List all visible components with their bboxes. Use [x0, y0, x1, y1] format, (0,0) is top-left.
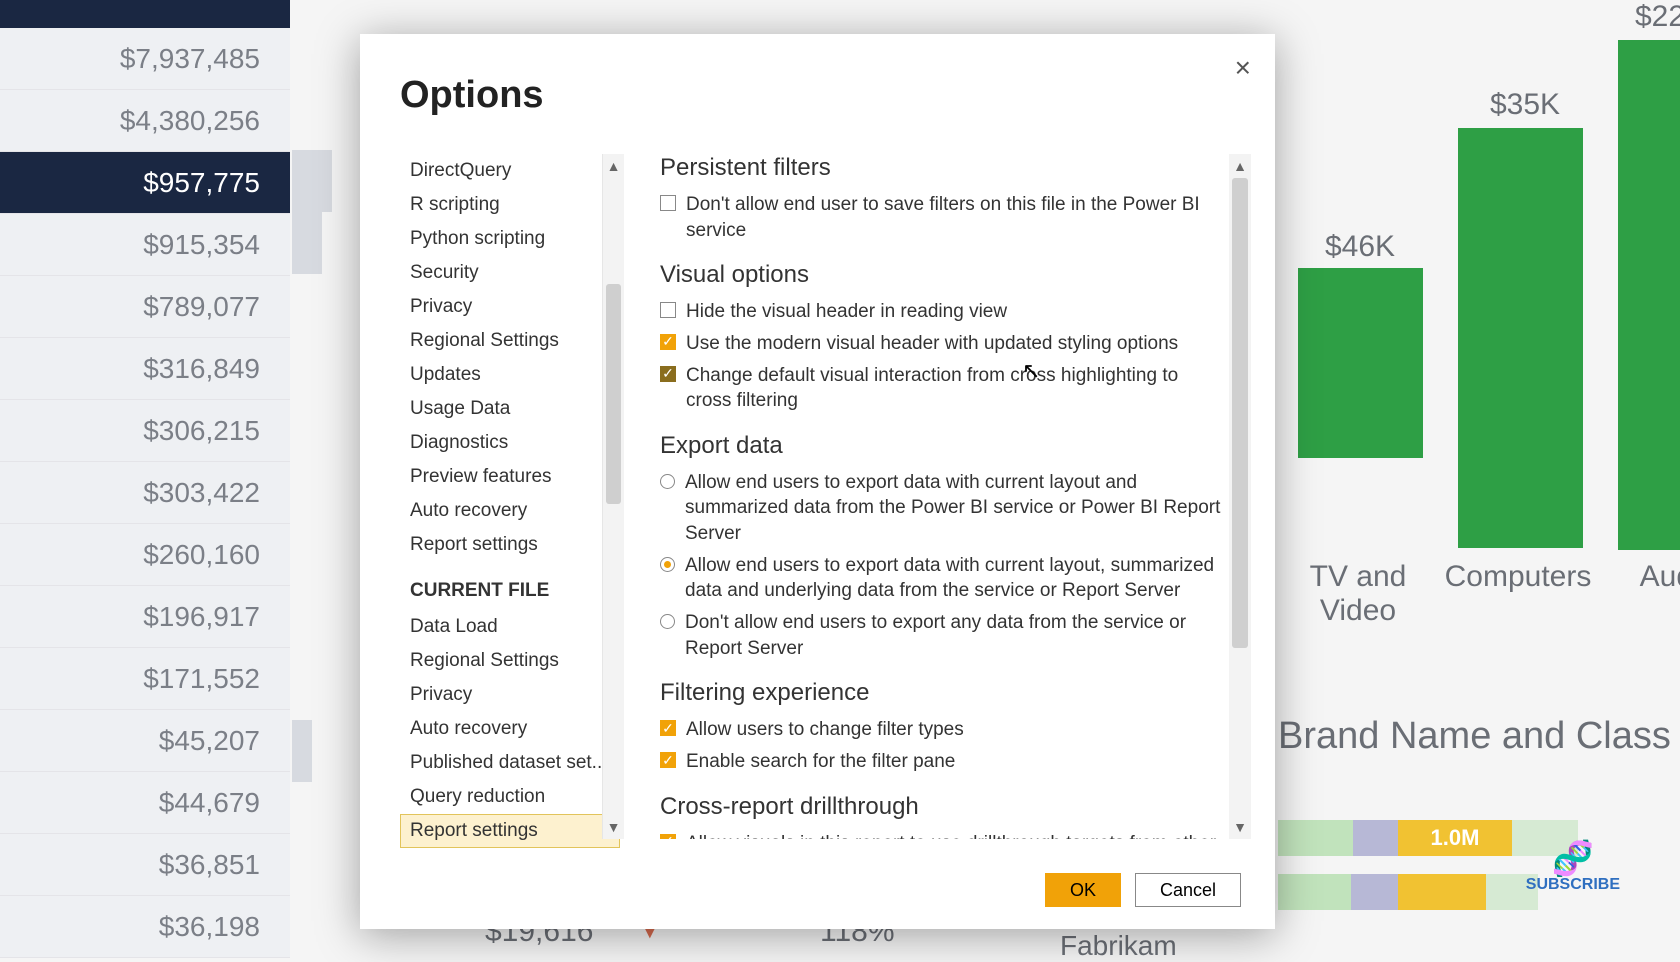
checkbox[interactable]: ✓: [660, 334, 676, 350]
sidebar-item[interactable]: Diagnostics: [400, 426, 620, 460]
bar: [1618, 40, 1680, 550]
sidebar-item[interactable]: Auto recovery: [400, 494, 620, 528]
checkbox-label: Change default visual interaction from c…: [686, 363, 1221, 414]
ok-button[interactable]: OK: [1045, 873, 1121, 907]
bar: [1458, 128, 1583, 548]
cancel-button[interactable]: Cancel: [1135, 873, 1241, 907]
chart-title: Brand Name and Class: [1278, 715, 1671, 758]
radio[interactable]: [660, 614, 675, 629]
table-row: $36,198: [0, 896, 290, 958]
scroll-thumb[interactable]: [606, 284, 621, 504]
chart-cat: Audio: [1598, 560, 1680, 594]
table-row: $171,552: [0, 648, 290, 710]
section-title-export: Export data: [660, 432, 1221, 460]
checkbox[interactable]: ✓: [660, 366, 676, 382]
chart-cat: Computers: [1438, 560, 1598, 594]
bar-label: $46K: [1325, 230, 1395, 264]
sidebar-item[interactable]: Preview features: [400, 460, 620, 494]
table-row: $306,215: [0, 400, 290, 462]
section-title-visual: Visual options: [660, 261, 1221, 289]
radio-label: Don't allow end users to export any data…: [685, 610, 1221, 661]
options-content: Persistent filters Don't allow end user …: [620, 154, 1251, 839]
radio-label: Allow end users to export data with curr…: [685, 553, 1221, 604]
background-table: $7,937,485$4,380,256$957,775$915,354$789…: [0, 0, 290, 958]
bg-bar: [292, 212, 322, 274]
table-row: $7,937,485: [0, 28, 290, 90]
table-row: $915,354: [0, 214, 290, 276]
stacked-bar: [1278, 874, 1538, 910]
table-row: $260,160: [0, 524, 290, 586]
sidebar-section-head: CURRENT FILE: [400, 562, 620, 610]
brand-label: Fabrikam: [1060, 930, 1177, 962]
table-row: $4,380,256: [0, 90, 290, 152]
scroll-up-icon[interactable]: ▲: [1229, 154, 1251, 178]
table-row: $45,207: [0, 710, 290, 772]
checkbox[interactable]: ✓: [660, 752, 676, 768]
options-dialog: × Options DirectQueryR scriptingPython s…: [360, 34, 1275, 929]
checkbox[interactable]: ✓: [660, 834, 676, 839]
scroll-thumb[interactable]: [1232, 178, 1248, 648]
table-row: $957,775: [0, 152, 290, 214]
sidebar-item[interactable]: Report settings: [400, 528, 620, 562]
checkbox[interactable]: [660, 302, 676, 318]
checkbox[interactable]: ✓: [660, 720, 676, 736]
sidebar-item[interactable]: Privacy: [400, 678, 620, 712]
table-row: $44,679: [0, 772, 290, 834]
sidebar-item[interactable]: DirectQuery: [400, 154, 620, 188]
checkbox[interactable]: [660, 195, 676, 211]
close-button[interactable]: ×: [1235, 52, 1251, 84]
checkbox-label: Don't allow end user to save filters on …: [686, 192, 1221, 243]
checkbox-label: Hide the visual header in reading view: [686, 299, 1007, 325]
bg-bar: [292, 150, 332, 212]
table-row: $196,917: [0, 586, 290, 648]
checkbox-label: Enable search for the filter pane: [686, 749, 955, 775]
scroll-down-icon[interactable]: ▼: [1229, 815, 1251, 839]
checkbox-label: Allow visuals in this report to use dril…: [686, 831, 1221, 839]
subscribe-badge: 🧬 SUBSCRIBE: [1526, 842, 1620, 894]
bar-label: $22K: [1635, 0, 1680, 34]
options-sidebar: DirectQueryR scriptingPython scriptingSe…: [400, 154, 620, 839]
dialog-title: Options: [360, 34, 1275, 141]
sidebar-item[interactable]: Privacy: [400, 290, 620, 324]
bar-label: $35K: [1490, 88, 1560, 122]
sidebar-item[interactable]: Regional Settings: [400, 644, 620, 678]
section-title-crossreport: Cross-report drillthrough: [660, 793, 1221, 821]
sidebar-item[interactable]: Python scripting: [400, 222, 620, 256]
sidebar-item[interactable]: Report settings: [400, 814, 620, 848]
content-scrollbar[interactable]: ▲ ▼: [1229, 154, 1251, 839]
table-row: $36,851: [0, 834, 290, 896]
checkbox-label: Use the modern visual header with update…: [686, 331, 1178, 357]
radio[interactable]: [660, 557, 675, 572]
table-row: $316,849: [0, 338, 290, 400]
checkbox-label: Allow users to change filter types: [686, 717, 964, 743]
chart-cat: TV and Video: [1278, 560, 1438, 628]
sidebar-item[interactable]: R scripting: [400, 188, 620, 222]
sidebar-item[interactable]: Security: [400, 256, 620, 290]
sidebar-item[interactable]: Regional Settings: [400, 324, 620, 358]
table-row: $789,077: [0, 276, 290, 338]
bg-bar: [292, 720, 312, 782]
sidebar-item[interactable]: Usage Data: [400, 392, 620, 426]
radio-label: Allow end users to export data with curr…: [685, 470, 1221, 547]
radio[interactable]: [660, 474, 675, 489]
sidebar-item[interactable]: Published dataset set...: [400, 746, 620, 780]
section-title-persistent: Persistent filters: [660, 154, 1221, 182]
sidebar-item[interactable]: Query reduction: [400, 780, 620, 814]
dna-icon: 🧬: [1526, 842, 1620, 876]
bar: [1298, 268, 1423, 458]
section-title-filtering: Filtering experience: [660, 679, 1221, 707]
sidebar-item[interactable]: Data Load: [400, 610, 620, 644]
table-row: $303,422: [0, 462, 290, 524]
sidebar-item[interactable]: Auto recovery: [400, 712, 620, 746]
sidebar-item[interactable]: Updates: [400, 358, 620, 392]
